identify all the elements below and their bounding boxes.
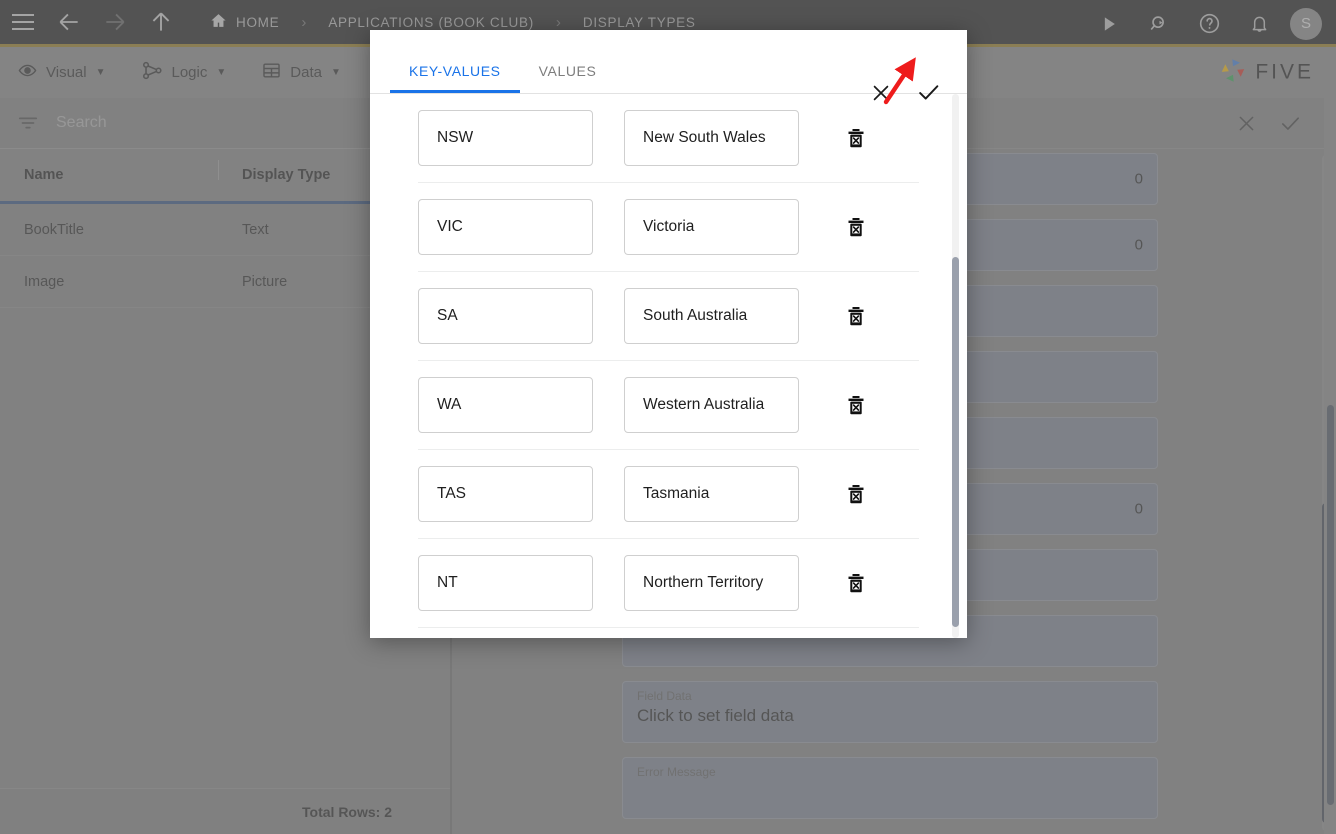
value-input[interactable]: Tasmania	[624, 466, 799, 522]
key-value-row: NSW New South Wales	[418, 94, 919, 183]
trash-delete-icon[interactable]	[843, 570, 869, 596]
key-value-row: VIC Victoria	[418, 183, 919, 272]
key-input[interactable]: VIC	[418, 199, 593, 255]
key-value-row: TAS Tasmania	[418, 450, 919, 539]
trash-delete-icon[interactable]	[843, 303, 869, 329]
tab-values[interactable]: VALUES	[520, 63, 616, 93]
value-input[interactable]: New South Wales	[624, 110, 799, 166]
key-input[interactable]: SA	[418, 288, 593, 344]
value-input[interactable]: Victoria	[624, 199, 799, 255]
trash-delete-icon[interactable]	[843, 481, 869, 507]
modal-header: KEY-VALUES VALUES	[370, 30, 967, 100]
app-root: HOME › APPLICATIONS (BOOK CLUB) › DISPLA…	[0, 0, 1336, 834]
modal-scrollbar-thumb[interactable]	[952, 257, 959, 627]
key-input[interactable]: TAS	[418, 466, 593, 522]
value-input[interactable]: Western Australia	[624, 377, 799, 433]
trash-delete-icon[interactable]	[843, 392, 869, 418]
tab-key-values[interactable]: KEY-VALUES	[390, 63, 520, 93]
key-input[interactable]: NT	[418, 555, 593, 611]
key-input[interactable]: NSW	[418, 110, 593, 166]
modal-body: NSW New South Wales VIC Victoria SA Sout…	[370, 94, 967, 638]
value-input[interactable]: South Australia	[624, 288, 799, 344]
trash-delete-icon[interactable]	[843, 125, 869, 151]
value-input[interactable]: Northern Territory	[624, 555, 799, 611]
trash-delete-icon[interactable]	[843, 214, 869, 240]
key-input[interactable]: WA	[418, 377, 593, 433]
modal-scrollbar[interactable]	[952, 94, 959, 638]
key-values-modal: KEY-VALUES VALUES NSW New South Wales VI…	[370, 30, 967, 638]
key-value-row: WA Western Australia	[418, 361, 919, 450]
key-value-list: NSW New South Wales VIC Victoria SA Sout…	[370, 94, 967, 628]
key-value-row: NT Northern Territory	[418, 539, 919, 628]
modal-tabs: KEY-VALUES VALUES	[370, 63, 615, 93]
key-value-row: SA South Australia	[418, 272, 919, 361]
